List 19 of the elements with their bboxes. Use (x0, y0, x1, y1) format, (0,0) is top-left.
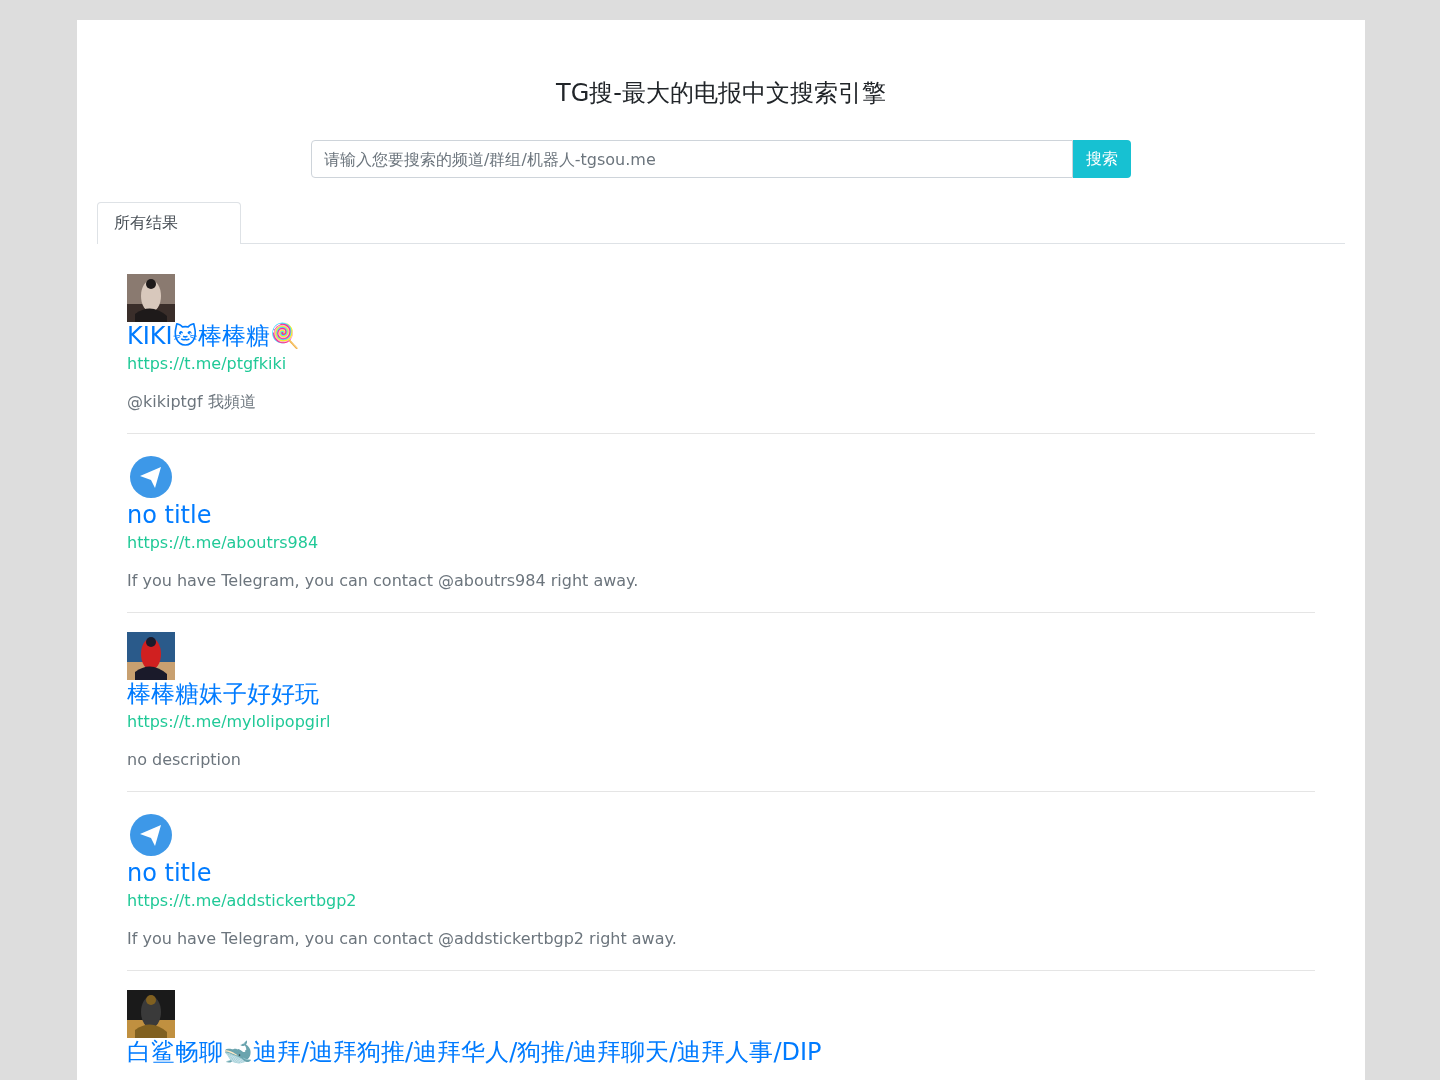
result-description: @kikiptgf 我頻道 (127, 391, 257, 413)
search-field[interactable]: 请输入您要搜索的频道/群组/机器人-tgsou.me (311, 140, 1073, 178)
result-title[interactable]: KIKI🐱棒棒糖🍭 (127, 322, 300, 350)
tab[interactable]: 所有结果 (97, 202, 241, 244)
result-title[interactable]: no title (127, 501, 212, 529)
result-description: If you have Telegram, you can contact @aboutrs984 right away. (127, 570, 640, 592)
result-link[interactable]: https://t.me/mylolipopgirl (127, 710, 331, 734)
paper-plane-icon (127, 453, 175, 501)
paper-plane-icon (127, 811, 175, 859)
result-title[interactable]: 白鲨畅聊🐋迪拜/迪拜狗推/迪拜华人/狗推/迪拜聊天/迪拜人事/DIP (127, 1038, 822, 1066)
result-title[interactable]: no title (127, 859, 212, 887)
result-link[interactable]: https://t.me/addstickertbgp2 (127, 889, 357, 913)
search-button[interactable]: 搜索 (1073, 140, 1131, 178)
result-link[interactable]: https://t.me/aboutrs984 (127, 531, 319, 555)
result-description: If you have Telegram, you can contact @addstickertbgp2 right away. (127, 928, 678, 950)
page-title: TG搜-最大的电报中文搜索引擎 (555, 78, 887, 109)
result-description: no description (127, 749, 242, 771)
result-title[interactable]: 棒棒糖妹子好好玩 (127, 680, 319, 708)
result-link[interactable]: https://t.me/ptgfkiki (127, 352, 287, 376)
